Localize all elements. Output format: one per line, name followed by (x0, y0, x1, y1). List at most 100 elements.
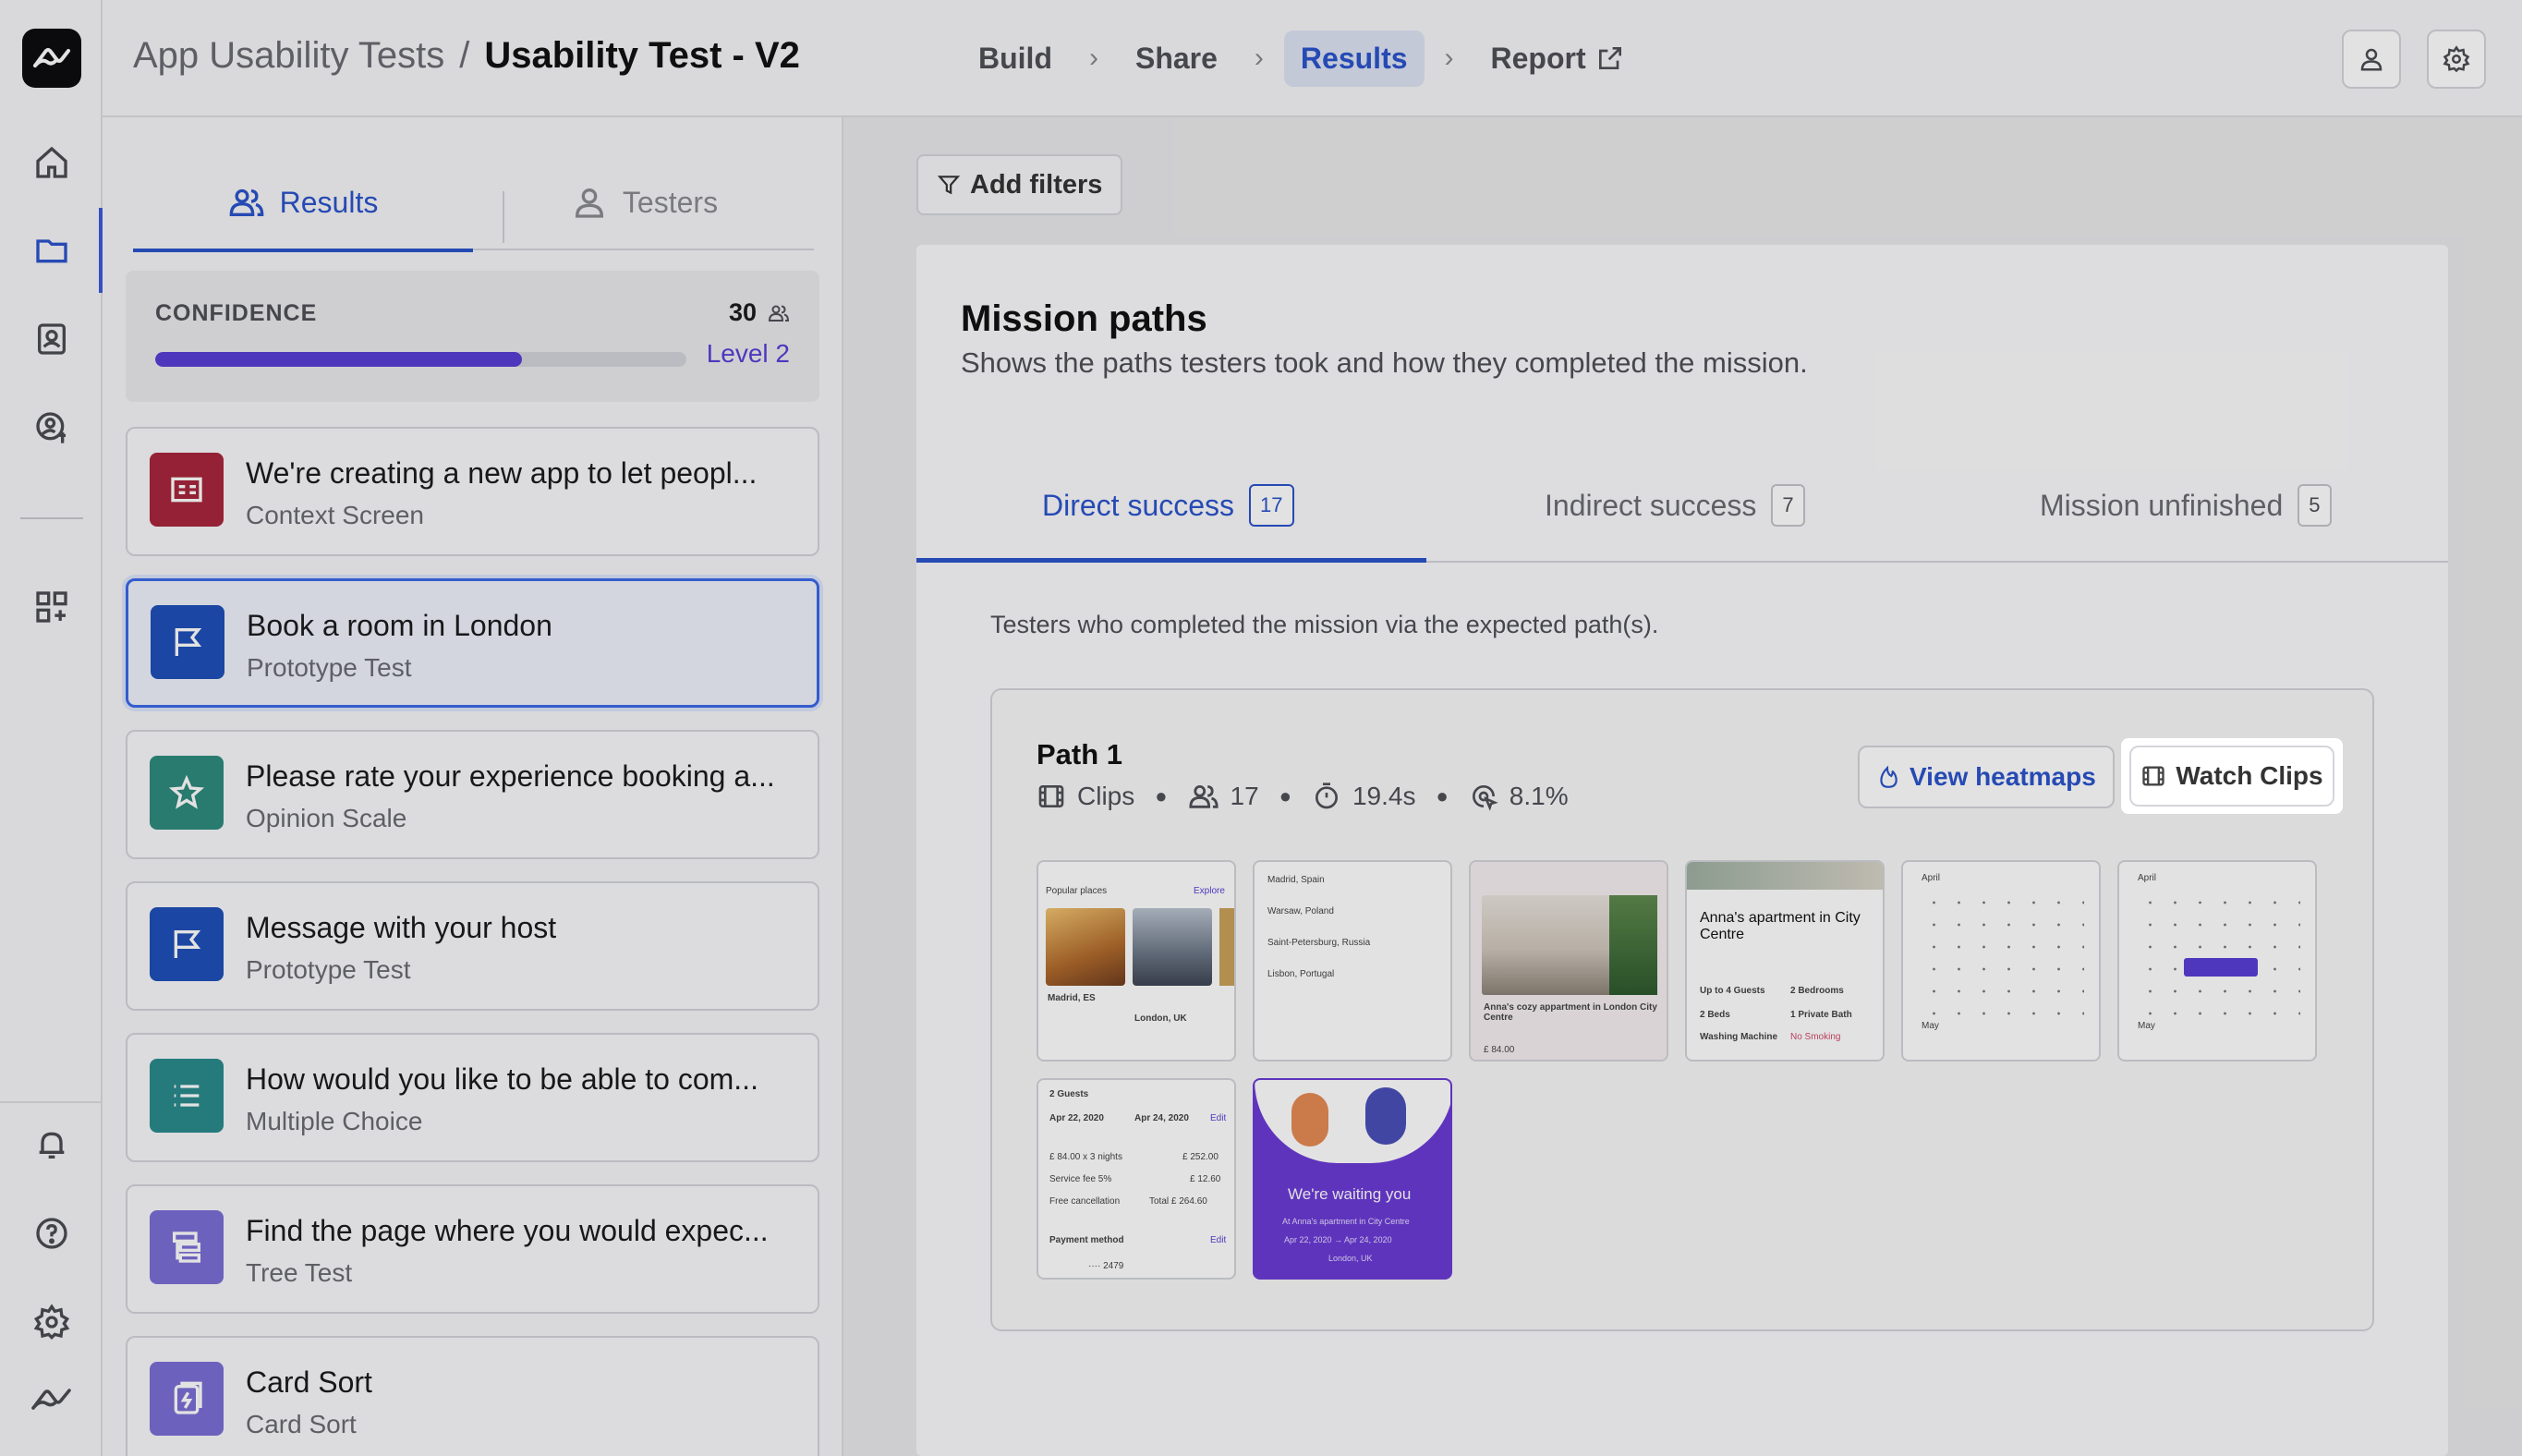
active-tab-underline (916, 558, 1426, 563)
tab-mission-unfinished[interactable]: Mission unfinished 5 (2040, 448, 2332, 563)
thumb-text: 2 Guests (1049, 1089, 1089, 1099)
thumb-text: London, UK (1134, 1013, 1187, 1024)
step-report[interactable]: Report (1474, 30, 1642, 87)
thumb-text: 1 Private Bath (1790, 1010, 1852, 1020)
user-icon (2358, 45, 2385, 73)
tab-results-label: Results (279, 185, 379, 219)
block-card[interactable]: We're creating a new app to let peopl...… (126, 427, 819, 556)
thumb-text: Madrid, ES (1048, 993, 1096, 1003)
folder-icon[interactable] (29, 227, 75, 273)
thumb-text: Popular places (1046, 886, 1108, 896)
block-card[interactable]: Please rate your experience booking a...… (126, 730, 819, 859)
city-photo-london (1133, 908, 1212, 986)
block-type: Prototype Test (246, 955, 411, 984)
breadcrumb-current: Usability Test - V2 (484, 35, 800, 76)
thumb-text: April (2138, 873, 2157, 883)
thumb-text: We're waiting you (1288, 1185, 1412, 1203)
block-card[interactable]: Message with your host Prototype Test (126, 881, 819, 1011)
tab-count-badge: 17 (1249, 484, 1294, 527)
block-card[interactable]: How would you like to be able to com... M… (126, 1033, 819, 1162)
thumb-text: ···· 2479 (1088, 1261, 1124, 1271)
integrations-icon[interactable] (29, 584, 75, 630)
top-header: App Usability Tests / Usability Test - V… (103, 0, 2522, 117)
tab-results[interactable]: Results (133, 154, 473, 252)
step-results[interactable]: Results (1283, 30, 1425, 87)
block-type: Opinion Scale (246, 804, 407, 832)
home-icon[interactable] (29, 140, 75, 186)
thumb-text: £ 252.00 (1182, 1152, 1219, 1162)
screen-thumbnail-8[interactable]: We're waiting you At Anna's apartment in… (1253, 1078, 1452, 1280)
block-type: Prototype Test (247, 653, 412, 682)
tab-label: Mission unfinished (2040, 488, 2284, 522)
thumb-text: Edit (1210, 1113, 1227, 1123)
path-title: Path 1 (1037, 738, 1123, 770)
tab-count-badge: 7 (1771, 484, 1805, 527)
block-title: We're creating a new app to let peopl... (246, 456, 758, 490)
panel-tabs: Results Testers (133, 154, 814, 252)
screen-thumbnail-2[interactable]: Madrid, Spain Warsaw, Poland Saint-Peter… (1253, 860, 1452, 1062)
contacts-icon[interactable] (29, 316, 75, 362)
block-card[interactable]: Card Sort Card Sort (126, 1336, 819, 1456)
screen-thumbnail-5[interactable]: April May (1901, 860, 2101, 1062)
step-build[interactable]: Build (962, 30, 1069, 87)
city-photo-partial (1219, 908, 1234, 986)
block-title: How would you like to be able to com... (246, 1062, 758, 1096)
thumb-text: Saint-Petersburg, Russia (1267, 938, 1371, 948)
breadcrumb-separator: / (459, 35, 470, 76)
tab-description: Testers who completed the mission via th… (990, 611, 1659, 638)
thumb-text: London, UK (1328, 1254, 1373, 1263)
separator-dot: ● (1279, 784, 1291, 807)
watch-clips-label: Watch Clips (2176, 761, 2323, 790)
separator-dot: ● (1155, 784, 1168, 807)
project-settings-button[interactable] (2427, 30, 2486, 89)
chevron-right-icon: › (1254, 42, 1264, 73)
maze-brand-icon[interactable] (29, 1377, 75, 1423)
step-nav: Build › Share › Results › Report (962, 28, 1642, 89)
view-heatmaps-label: View heatmaps (1910, 762, 2096, 791)
breadcrumb-parent[interactable]: App Usability Tests (133, 35, 444, 77)
illustration-bg (1255, 1080, 1450, 1163)
blocks-panel: Results Testers CONFIDENCE 30 Level 2 We… (103, 117, 843, 1456)
maze-logo-icon[interactable] (22, 29, 81, 88)
block-card[interactable]: Find the page where you would expec... Tr… (126, 1184, 819, 1314)
tab-indirect-success[interactable]: Indirect success 7 (1545, 448, 1805, 563)
screen-thumbnail-7[interactable]: 2 Guests Apr 22, 2020 Apr 24, 2020 Edit … (1037, 1078, 1236, 1280)
thumb-text: £ 12.60 (1190, 1174, 1221, 1184)
add-filters-button[interactable]: Add filters (916, 154, 1123, 215)
share-user-button[interactable] (2342, 30, 2401, 89)
thumb-text: Madrid, Spain (1267, 875, 1325, 885)
film-icon (2140, 763, 2166, 789)
block-card[interactable]: Book a room in London Prototype Test (126, 578, 819, 708)
watch-clips-button[interactable]: Watch Clips (2129, 746, 2334, 807)
path-duration: 19.4s (1352, 782, 1416, 810)
thumb-text: At Anna's apartment in City Centre (1282, 1217, 1410, 1226)
screen-thumbnail-1[interactable]: Popular places Explore Madrid, ES London… (1037, 860, 1236, 1062)
thumb-text: £ 84.00 (1484, 1045, 1515, 1055)
block-title: Message with your host (246, 911, 557, 944)
thumb-text: Apr 24, 2020 (1134, 1113, 1189, 1123)
calendar-grid (2138, 892, 2300, 1021)
city-photo-madrid (1046, 908, 1125, 986)
screen-thumbnail-6[interactable]: April May (2117, 860, 2317, 1062)
thumb-text: £ 84.00 x 3 nights (1049, 1152, 1122, 1162)
step-share[interactable]: Share (1119, 30, 1234, 87)
screen-thumbnail-3[interactable]: Anna's cozy appartment in London City Ce… (1469, 860, 1668, 1062)
screen-thumbnail-4[interactable]: Anna's apartment in City Centre Up to 4 … (1685, 860, 1885, 1062)
confidence-label: CONFIDENCE (155, 300, 318, 326)
chevron-right-icon: › (1088, 42, 1098, 73)
block-type: Multiple Choice (246, 1107, 423, 1135)
bell-icon[interactable] (29, 1122, 75, 1168)
thumb-text: Up to 4 Guests (1700, 986, 1765, 996)
mission-paths-card: Mission paths Shows the paths testers to… (916, 245, 2448, 1456)
watch-clips-highlight: Watch Clips (2121, 738, 2343, 814)
settings-icon[interactable] (29, 1299, 75, 1345)
tab-direct-success[interactable]: Direct success 17 (1042, 448, 1294, 563)
clips-label: Clips (1077, 782, 1135, 810)
path-tester-count: 17 (1230, 782, 1259, 810)
card-sort-icon (150, 1362, 224, 1436)
tab-testers[interactable]: Testers (475, 154, 814, 250)
gear-icon (2443, 45, 2470, 73)
user-billing-icon[interactable] (29, 405, 75, 451)
help-icon[interactable] (29, 1210, 75, 1256)
view-heatmaps-button[interactable]: View heatmaps (1858, 746, 2115, 808)
